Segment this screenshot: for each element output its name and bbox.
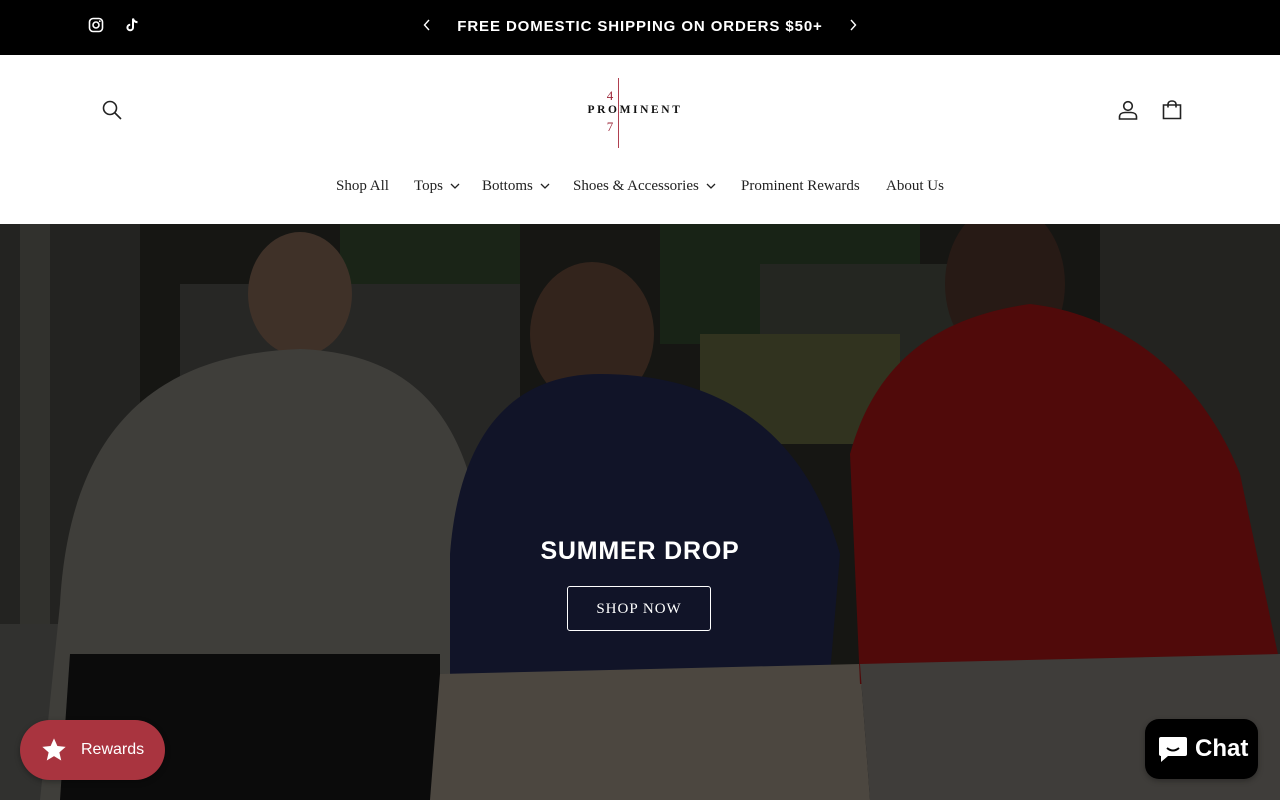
- chat-bubble-icon: [1157, 734, 1189, 764]
- star-icon: [40, 736, 68, 764]
- shop-now-button[interactable]: SHOP NOW: [567, 586, 711, 631]
- hero-banner: SUMMER DROP SHOP NOW: [0, 224, 1280, 800]
- nav-bottoms[interactable]: Bottoms: [482, 176, 551, 196]
- cart-button[interactable]: [1159, 99, 1185, 125]
- account-button[interactable]: [1115, 99, 1141, 125]
- rewards-button[interactable]: Rewards: [20, 720, 165, 780]
- site-header: 4 PROMINENT 7 Shop All Tops Bottoms Shoe…: [0, 55, 1280, 224]
- nav-shop-all[interactable]: Shop All: [336, 176, 389, 196]
- nav-about-us[interactable]: About Us: [886, 176, 944, 196]
- nav-label: Shop All: [336, 177, 389, 194]
- nav-label: Shoes & Accessories: [573, 177, 699, 194]
- logo-wordmark: PROMINENT: [587, 104, 683, 116]
- search-icon: [101, 99, 123, 126]
- instagram-icon: [88, 17, 104, 38]
- announcement-text: FREE DOMESTIC SHIPPING ON ORDERS $50+: [457, 18, 823, 35]
- account-icon: [1117, 99, 1139, 126]
- tiktok-icon: [124, 17, 140, 38]
- hero-title: SUMMER DROP: [540, 537, 740, 565]
- nav-shoes-accessories[interactable]: Shoes & Accessories: [573, 176, 717, 196]
- announcement-bar: FREE DOMESTIC SHIPPING ON ORDERS $50+: [0, 0, 1280, 55]
- nav-label: Tops: [414, 177, 443, 194]
- nav-label: About Us: [886, 177, 944, 194]
- chat-label: Chat: [1195, 735, 1249, 762]
- announcement-next-button[interactable]: [843, 17, 863, 37]
- search-button[interactable]: [99, 99, 125, 125]
- cart-icon: [1161, 99, 1183, 126]
- hero-image: [0, 224, 1280, 800]
- tiktok-link[interactable]: [123, 17, 141, 38]
- logo-bottom-digit: 7: [606, 119, 614, 134]
- instagram-link[interactable]: [87, 17, 105, 38]
- chevron-down-icon: [539, 178, 551, 195]
- site-logo[interactable]: 4 PROMINENT 7: [584, 78, 686, 148]
- chat-button[interactable]: Chat: [1145, 719, 1258, 779]
- nav-tops[interactable]: Tops: [414, 176, 461, 196]
- nav-label: Bottoms: [482, 177, 533, 194]
- chevron-down-icon: [705, 178, 717, 195]
- nav-label: Prominent Rewards: [741, 177, 860, 194]
- rewards-label: Rewards: [81, 741, 145, 758]
- chevron-right-icon: [848, 18, 858, 36]
- nav-prominent-rewards[interactable]: Prominent Rewards: [741, 176, 860, 196]
- logo-top-digit: 4: [606, 88, 614, 103]
- chevron-down-icon: [449, 178, 461, 195]
